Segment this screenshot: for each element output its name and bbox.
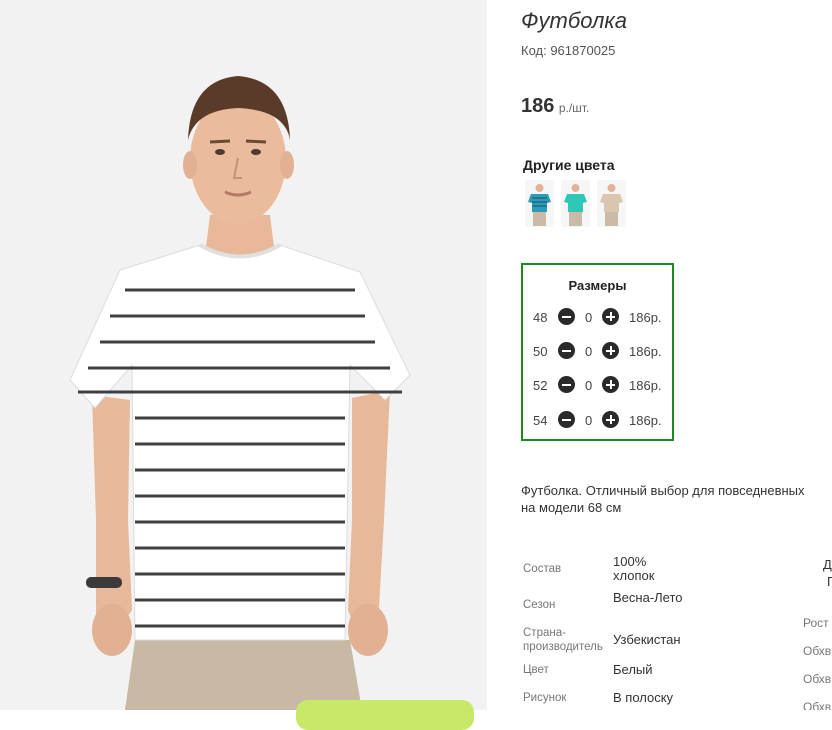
color-thumbnails xyxy=(525,180,626,227)
quantity-value: 0 xyxy=(585,378,593,393)
property-label: Состав xyxy=(523,563,562,575)
size-label: 54 xyxy=(533,413,548,428)
property-label: Сезон xyxy=(523,599,556,611)
property-value: 100% хлопок xyxy=(613,554,655,583)
sizes-heading: Размеры xyxy=(568,278,627,293)
property-value: Весна-Лето xyxy=(613,590,683,605)
dimension-header-cut: Г xyxy=(827,574,832,589)
description-line: Футболка. Отличный выбор для повседневны… xyxy=(521,483,805,498)
decrease-quantity-button[interactable] xyxy=(558,376,575,393)
product-photo[interactable] xyxy=(0,0,487,710)
color-thumb-blue-striped[interactable] xyxy=(525,180,554,227)
dimension-label: Обхв xyxy=(803,644,832,658)
dimension-label: Обхв xyxy=(803,700,832,710)
property-value: В полоску xyxy=(613,690,674,705)
description-line: на модели 68 см xyxy=(521,500,622,515)
quantity-value: 0 xyxy=(585,344,593,359)
other-colors-heading: Другие цвета xyxy=(523,157,615,173)
decrease-quantity-button[interactable] xyxy=(558,411,575,428)
size-price: 186р. xyxy=(629,378,662,393)
sizes-panel: Размеры 48 0 186р. 50 0 186р. 52 0 186р.… xyxy=(521,263,674,441)
size-row: 52 0 186р. xyxy=(523,375,672,397)
increase-quantity-button[interactable] xyxy=(602,376,619,393)
color-thumb-turquoise[interactable] xyxy=(561,180,590,227)
quantity-value: 0 xyxy=(585,413,593,428)
price-unit: р./шт. xyxy=(558,101,590,115)
size-label: 50 xyxy=(533,344,548,359)
quantity-value: 0 xyxy=(585,310,593,325)
size-label: 48 xyxy=(533,310,548,325)
size-price: 186р. xyxy=(629,344,662,359)
color-thumb-beige[interactable] xyxy=(597,180,626,227)
product-details: Футболка Код: 961870025 186 р./шт. Други… xyxy=(487,0,832,710)
property-label: Цвет xyxy=(523,664,549,676)
property-label: Рисунок xyxy=(523,692,567,704)
size-row: 48 0 186р. xyxy=(523,307,672,329)
product-code: Код: 961870025 xyxy=(521,43,616,58)
dimension-label: Обхв xyxy=(803,672,832,686)
model-photo-image xyxy=(0,0,487,710)
property-label: Страна-производитель xyxy=(523,627,603,653)
size-row: 54 0 186р. xyxy=(523,410,672,432)
size-label: 52 xyxy=(533,378,548,393)
product-price: 186 р./шт. xyxy=(521,95,589,118)
property-value: Белый xyxy=(613,662,653,677)
increase-quantity-button[interactable] xyxy=(602,342,619,359)
dimension-label-rost: Рост xyxy=(803,616,829,630)
product-description: Футболка. Отличный выбор для повседневны… xyxy=(521,482,832,516)
add-to-cart-button[interactable] xyxy=(296,700,474,730)
decrease-quantity-button[interactable] xyxy=(558,308,575,325)
size-price: 186р. xyxy=(629,310,662,325)
increase-quantity-button[interactable] xyxy=(602,308,619,325)
decrease-quantity-button[interactable] xyxy=(558,342,575,359)
product-title: Футболка xyxy=(521,8,627,33)
property-value: Узбекистан xyxy=(613,632,681,647)
price-value: 186 xyxy=(521,95,555,117)
increase-quantity-button[interactable] xyxy=(602,411,619,428)
dimension-header-cut: Д xyxy=(823,557,832,572)
size-price: 186р. xyxy=(629,413,662,428)
size-row: 50 0 186р. xyxy=(523,341,672,363)
